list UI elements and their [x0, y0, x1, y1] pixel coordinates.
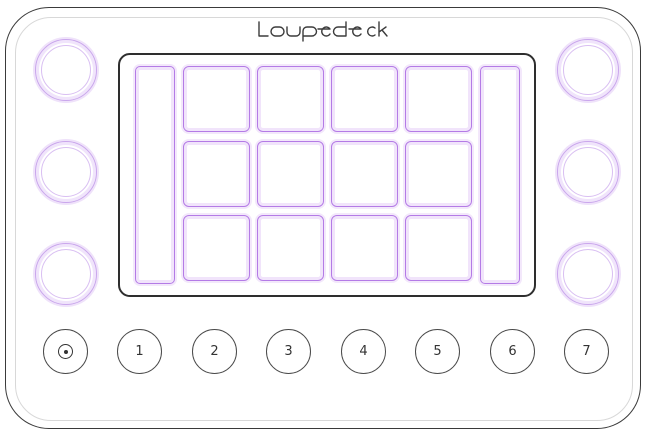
- round-button-3[interactable]: 3: [266, 329, 311, 374]
- screen-key-1[interactable]: [183, 66, 250, 132]
- round-button-4[interactable]: 4: [341, 329, 386, 374]
- round-button-7[interactable]: 7: [564, 329, 609, 374]
- left-side-bar[interactable]: [135, 66, 175, 284]
- button-label: 1: [135, 344, 144, 359]
- button-label: 5: [433, 344, 442, 359]
- left-knob-1[interactable]: [35, 39, 97, 101]
- button-label: 7: [582, 344, 591, 359]
- screen-key-7[interactable]: [331, 141, 398, 207]
- button-label: 2: [210, 344, 219, 359]
- screen-key-6[interactable]: [257, 141, 324, 207]
- screen-key-5[interactable]: [183, 141, 250, 207]
- right-knob-3[interactable]: [557, 243, 619, 305]
- screen-key-8[interactable]: [405, 141, 472, 207]
- screen-key-11[interactable]: [331, 215, 398, 281]
- button-label: 4: [359, 344, 368, 359]
- left-knob-3[interactable]: [35, 243, 97, 305]
- circle-dot-icon: [58, 344, 73, 359]
- button-label: 3: [284, 344, 293, 359]
- screen-key-12[interactable]: [405, 215, 472, 281]
- screen-key-10[interactable]: [257, 215, 324, 281]
- screen-key-4[interactable]: [405, 66, 472, 132]
- brand-logo: [256, 16, 392, 42]
- screen-key-2[interactable]: [257, 66, 324, 132]
- round-button-5[interactable]: 5: [415, 329, 460, 374]
- left-knob-2[interactable]: [35, 141, 97, 203]
- round-button-6[interactable]: 6: [490, 329, 535, 374]
- right-knob-1[interactable]: [557, 39, 619, 101]
- button-label: 6: [508, 344, 517, 359]
- round-button-1[interactable]: 1: [117, 329, 162, 374]
- loupedeck-logo: [258, 21, 388, 42]
- right-side-bar[interactable]: [480, 66, 520, 284]
- circle-button[interactable]: [43, 329, 88, 374]
- right-knob-2[interactable]: [557, 141, 619, 203]
- touch-screen: [118, 53, 536, 297]
- screen-key-9[interactable]: [183, 215, 250, 281]
- round-button-2[interactable]: 2: [192, 329, 237, 374]
- screen-key-3[interactable]: [331, 66, 398, 132]
